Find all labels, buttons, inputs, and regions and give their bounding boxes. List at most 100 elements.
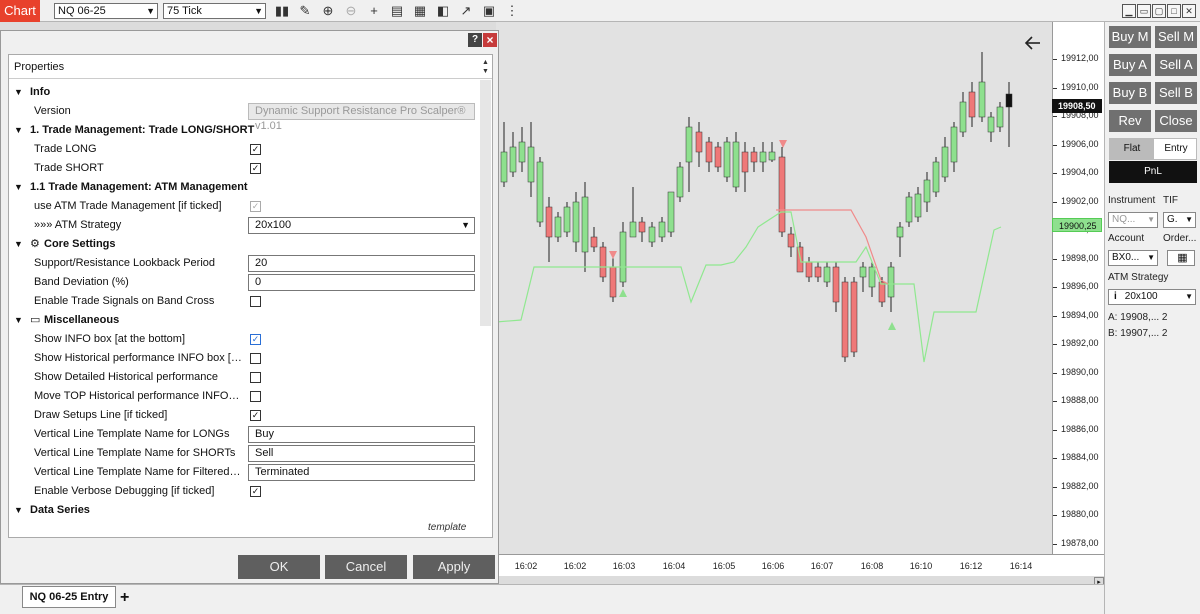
property-checkbox[interactable]: ✓ [250, 410, 261, 421]
tab-nq-entry[interactable]: NQ 06-25 Entry [22, 586, 116, 608]
property-checkbox[interactable]: ✓ [250, 163, 261, 174]
templates-icon[interactable]: ▣ [481, 3, 497, 19]
collapse-arrow-icon[interactable]: ▼ [14, 125, 23, 135]
strategies-icon[interactable]: ↗ [458, 3, 474, 19]
sell-signal-arrow [609, 251, 617, 259]
crosshair-icon[interactable]: + [366, 3, 382, 19]
property-category[interactable]: ▼ ⚙ Core Settings [9, 235, 479, 254]
zoom-in-icon[interactable]: ⊕ [320, 3, 336, 19]
buy-market-button[interactable]: Buy M [1109, 26, 1151, 48]
flat-tab[interactable]: Flat [1110, 139, 1154, 159]
buy-bid-button[interactable]: Buy B [1109, 82, 1151, 104]
bar-type-icon[interactable]: ▮▮ [274, 3, 290, 19]
collapse-arrow-icon[interactable]: ▼ [14, 239, 23, 249]
ok-button[interactable]: OK [238, 555, 320, 579]
chevron-down-icon: ▼ [1185, 292, 1193, 301]
sell-bid-button[interactable]: Sell B [1155, 82, 1197, 104]
property-input[interactable]: Buy [248, 426, 475, 443]
reverse-button[interactable]: Rev [1109, 110, 1151, 132]
add-tab-icon[interactable]: + [120, 589, 129, 607]
more-icon[interactable]: ⋮ [504, 3, 520, 19]
atm-strategy-dropdown[interactable]: i 20x100 ▼ [1108, 289, 1196, 305]
property-value: 20x100 [255, 219, 292, 231]
account-dropdown[interactable]: BX0... ▼ [1108, 250, 1158, 266]
restore-icon[interactable]: ▭ [1137, 4, 1151, 18]
instrument-dropdown[interactable]: NQ... ▼ [1108, 212, 1158, 228]
close-window-icon[interactable]: ✕ [1182, 4, 1196, 18]
chart-menu-button[interactable]: Chart [0, 0, 40, 22]
back-arrow-icon[interactable] [1024, 36, 1040, 50]
chevron-down-icon: ▼ [146, 6, 155, 16]
property-row: use ATM Trade Management [if ticked] ✓ [9, 197, 479, 216]
candle-body [572, 201, 580, 243]
tile-icon[interactable]: ▢ [1152, 4, 1166, 18]
property-category[interactable]: ▼ Info [9, 83, 479, 102]
property-label: Support/Resistance Lookback Period [34, 257, 215, 269]
property-input[interactable]: 0 [248, 274, 475, 291]
property-input[interactable]: Dynamic Support Resistance Pro Scalper® … [248, 103, 475, 132]
property-checkbox[interactable] [250, 296, 261, 307]
property-category[interactable]: ▼ ▭ Miscellaneous [9, 311, 479, 330]
buy-ask-button[interactable]: Buy A [1109, 54, 1151, 76]
candle-body [823, 266, 831, 283]
sell-signal-arrow [779, 140, 787, 148]
property-checkbox[interactable]: ✓ [250, 334, 261, 345]
info-icon[interactable]: i [1114, 291, 1117, 302]
message-icon: ▭ [30, 314, 41, 326]
property-checkbox[interactable]: ✓ [250, 144, 261, 155]
property-select[interactable]: 20x100 ▼ [248, 217, 475, 234]
entry-tab[interactable]: Entry [1154, 139, 1198, 159]
close-position-button[interactable]: Close [1155, 110, 1197, 132]
data-box-icon[interactable]: ▤ [389, 3, 405, 19]
sell-ask-button[interactable]: Sell A [1155, 54, 1197, 76]
candle-body [859, 266, 867, 278]
candle-body [987, 116, 995, 133]
tif-label: TIF [1163, 195, 1178, 206]
property-checkbox[interactable] [250, 353, 261, 364]
help-icon[interactable]: ? [468, 33, 482, 47]
property-category[interactable]: ▼ Data Series [9, 501, 479, 520]
collapse-arrow-icon[interactable]: ▼ [14, 87, 23, 97]
property-category[interactable]: ▼ 1.1 Trade Management: ATM Management [9, 178, 479, 197]
properties-list: ▼ Info Version Dynamic Support Resistance P… [9, 83, 479, 537]
interval-selector[interactable]: 75 Tick ▼ [163, 3, 266, 19]
zoom-out-icon[interactable]: ⊖ [343, 3, 359, 19]
candle-body [599, 246, 607, 278]
minimize-icon[interactable]: ▁ [1122, 4, 1136, 18]
pencil-icon[interactable]: ✎ [297, 3, 313, 19]
pnl-display[interactable]: PnL [1109, 161, 1197, 183]
property-input[interactable]: 20 [248, 255, 475, 272]
time-axis[interactable]: ▸ 16:02 16:02 16:03 16:04 16:05 16:06 16:07 16:… [496, 554, 1104, 587]
candle-body [685, 126, 693, 163]
indicators-icon[interactable]: ◧ [435, 3, 451, 19]
scrollbar[interactable] [480, 80, 491, 326]
property-checkbox[interactable] [250, 372, 261, 383]
sort-arrows-icon[interactable]: ▲ ▼ [480, 58, 491, 76]
price-chart[interactable] [495, 22, 1052, 554]
candle-body [619, 231, 627, 283]
calculator-icon[interactable]: ▦ [1167, 250, 1195, 266]
buy-signal-arrow [888, 322, 896, 330]
properties-icon[interactable]: ▦ [412, 3, 428, 19]
collapse-arrow-icon[interactable]: ▼ [14, 505, 23, 515]
template-label[interactable]: template [428, 522, 466, 533]
sell-market-button[interactable]: Sell M [1155, 26, 1197, 48]
apply-button[interactable]: Apply [413, 555, 495, 579]
property-checkbox[interactable]: ✓ [250, 201, 261, 212]
tif-dropdown[interactable]: G. ▼ [1163, 212, 1196, 228]
candle-body [896, 226, 904, 238]
candle-body [695, 131, 703, 153]
maximize-icon[interactable]: □ [1167, 4, 1181, 18]
property-checkbox[interactable]: ✓ [250, 486, 261, 497]
property-category[interactable]: ▼ 1. Trade Management: Trade LONG/SHORT [9, 121, 479, 140]
category-label: Data Series [30, 504, 90, 516]
cancel-button[interactable]: Cancel [325, 555, 407, 579]
close-icon[interactable]: × [483, 33, 497, 47]
property-input[interactable]: Sell [248, 445, 475, 462]
property-input[interactable]: Terminated [248, 464, 475, 481]
collapse-arrow-icon[interactable]: ▼ [14, 182, 23, 192]
price-tick-label: 19898,00 [1053, 252, 1099, 263]
collapse-arrow-icon[interactable]: ▼ [14, 315, 23, 325]
instrument-selector[interactable]: NQ 06-25 ▼ [54, 3, 158, 19]
property-checkbox[interactable] [250, 391, 261, 402]
